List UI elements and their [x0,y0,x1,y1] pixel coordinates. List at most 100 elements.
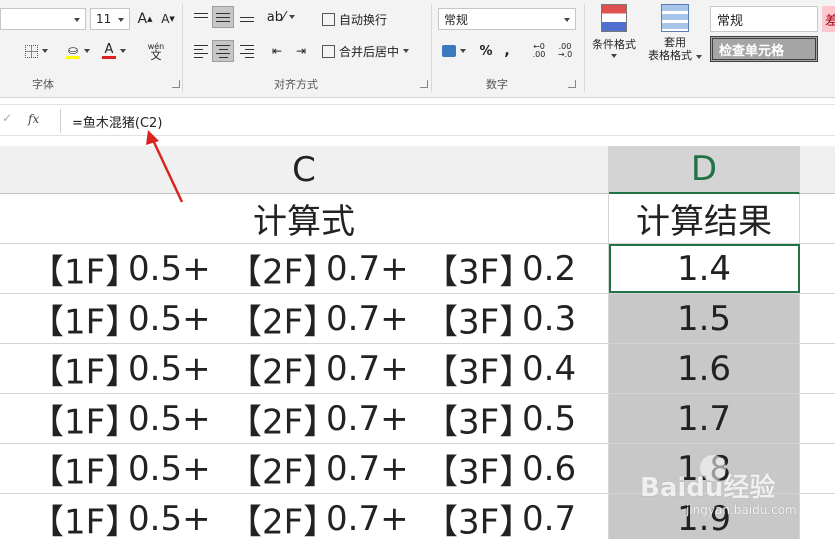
style-normal-cell[interactable]: 常规 [710,6,818,32]
align-center-icon [216,44,230,58]
formula-text-part: 【3F】 [424,452,534,492]
cancel-entry-icon[interactable]: ✓ [2,111,12,125]
accounting-format-button[interactable] [438,40,470,62]
align-right-icon [240,44,254,58]
cell-c4[interactable]: 【1F】 0.5+ 【2F】 0.7+ 【3F】 0.4 [0,344,609,393]
fill-color-button[interactable]: ⛀ [62,40,94,62]
align-middle-button[interactable] [212,6,234,28]
conditional-formatting-button[interactable]: 条件格式 [586,4,642,70]
phonetic-button[interactable]: wén 文 [138,40,174,62]
cell-c5[interactable]: 【1F】 0.5+ 【2F】 0.7+ 【3F】 0.5 [0,394,609,443]
cell-c1[interactable]: 计算式 [0,194,609,243]
formula-text-part: 【2F】 [228,402,338,442]
alignment-dialog-launcher[interactable] [420,80,428,88]
formula-text-part: 【3F】 [424,402,534,442]
style-bad-cell[interactable]: 差 [822,6,835,32]
header-row: 计算式 计算结果 [0,194,835,244]
cell-d3[interactable]: 1.5 [609,294,800,343]
increase-indent-icon: ⇥ [295,44,307,58]
formula-text-part: 【3F】 [424,252,534,292]
formula-text-part: 0.7+ [326,298,409,339]
format-as-table-icon [661,4,689,32]
formula-text-part: 0.7 [522,498,577,539]
align-left-button[interactable] [190,40,212,62]
formula-bar: ✓ fx =鱼木混猪(C2) [0,104,835,136]
formula-text-part: 0.7+ [326,348,409,389]
orientation-icon: ab⁄ [266,9,286,25]
cell-d1[interactable]: 计算结果 [609,194,800,243]
conditional-formatting-icon [601,4,627,32]
watermark-url: jingyan.baidu.com [686,503,797,517]
phonetic-icon: 文 [150,49,162,62]
formula-text-part: 【3F】 [424,502,534,539]
orientation-button[interactable]: ab⁄ [266,6,296,28]
cell-c2[interactable]: 【1F】 0.5+ 【2F】 0.7+ 【3F】 0.2 [0,244,609,293]
font-dialog-launcher[interactable] [172,80,180,88]
cell-c7[interactable]: 【1F】 0.5+ 【2F】 0.7+ 【3F】 0.7 [0,494,609,539]
formula-text-part: 0.7+ [326,498,409,539]
cell-c6[interactable]: 【1F】 0.5+ 【2F】 0.7+ 【3F】 0.6 [0,444,609,493]
increase-indent-button[interactable]: ⇥ [290,40,312,62]
borders-icon [24,44,38,58]
font-name-box[interactable] [0,8,86,30]
number-format-box[interactable]: 常规 [438,8,576,30]
formula-text-part: 0.7+ [326,448,409,489]
cell-d4[interactable]: 1.6 [609,344,800,393]
formula-text-part: 【2F】 [228,302,338,342]
number-dialog-launcher[interactable] [568,80,576,88]
table-row: 【1F】 0.5+ 【2F】 0.7+ 【3F】 0.4 1.6 [0,344,835,394]
cell-d2[interactable]: 1.4 [609,244,800,293]
cell-d5[interactable]: 1.7 [609,394,800,443]
formula-input[interactable]: =鱼木混猪(C2) [72,112,162,131]
alignment-group-label: 对齐方式 [274,78,318,91]
decrease-decimal-button[interactable]: .00 →.0 [554,40,576,62]
formula-text-part: 0.5+ [128,398,211,439]
align-center-button[interactable] [212,40,234,62]
align-middle-icon [216,12,230,22]
watermark: Baidu经验 jingyan.baidu.com [638,455,828,537]
merge-center-button[interactable]: 合并后居中 [322,40,426,62]
comma-style-button[interactable]: , [498,40,516,62]
formula-text-part: 0.5+ [128,498,211,539]
formula-text-part: 【1F】 [30,252,140,292]
formula-text-part: 0.7+ [326,248,409,289]
accounting-icon [442,45,456,57]
table-row: 【1F】 0.5+ 【2F】 0.7+ 【3F】 0.2 1.4 [0,244,835,294]
style-check-cell[interactable]: 检查单元格 [710,36,818,62]
font-size-box[interactable]: 11 [90,8,130,30]
wrap-text-icon [322,12,335,26]
shrink-font-button[interactable]: A ▼ [158,8,178,30]
align-bottom-icon [240,13,254,22]
align-top-button[interactable] [190,6,212,28]
formula-text-part: 0.6 [522,448,577,489]
formula-text-part: 0.5+ [128,298,211,339]
increase-decimal-button[interactable]: ←0.00 [528,40,550,62]
format-as-table-button[interactable]: 套用 表格格式 [644,4,706,70]
borders-button[interactable] [18,40,54,62]
number-group-label: 数字 [486,78,508,91]
formula-text-part: 0.5+ [128,448,211,489]
grow-font-button[interactable]: A ▲ [135,8,155,30]
font-color-button[interactable]: A [98,40,130,62]
font-color-letter: A [104,42,114,57]
column-header-d[interactable]: D [609,146,800,194]
decrease-indent-button[interactable]: ⇤ [266,40,288,62]
formula-text-part: 【2F】 [228,452,338,492]
wrap-text-button[interactable]: 自动换行 [322,8,400,30]
cell-c3[interactable]: 【1F】 0.5+ 【2F】 0.7+ 【3F】 0.3 [0,294,609,343]
align-bottom-button[interactable] [236,6,258,28]
formula-text-part: 【3F】 [424,352,534,392]
font-group-label: 字体 [32,78,54,91]
insert-function-button[interactable]: fx [28,112,39,126]
formula-text-part: 【1F】 [30,452,140,492]
ribbon: 11 A ▲ A ▼ ⛀ A wén 文 字体 ab⁄ 自动换行 ⇤ ⇥ 合并后居中 … [0,0,835,98]
percent-style-button[interactable]: % [476,40,496,62]
table-row: 【1F】 0.5+ 【2F】 0.7+ 【3F】 0.5 1.7 [0,394,835,444]
align-right-button[interactable] [236,40,258,62]
formula-text-part: 0.7+ [326,398,409,439]
column-header-c[interactable]: C [0,146,609,194]
formula-text-part: 0.5 [522,398,577,439]
align-left-icon [194,44,208,58]
formula-text-part: 0.3 [522,298,577,339]
column-header-e[interactable] [800,146,835,194]
